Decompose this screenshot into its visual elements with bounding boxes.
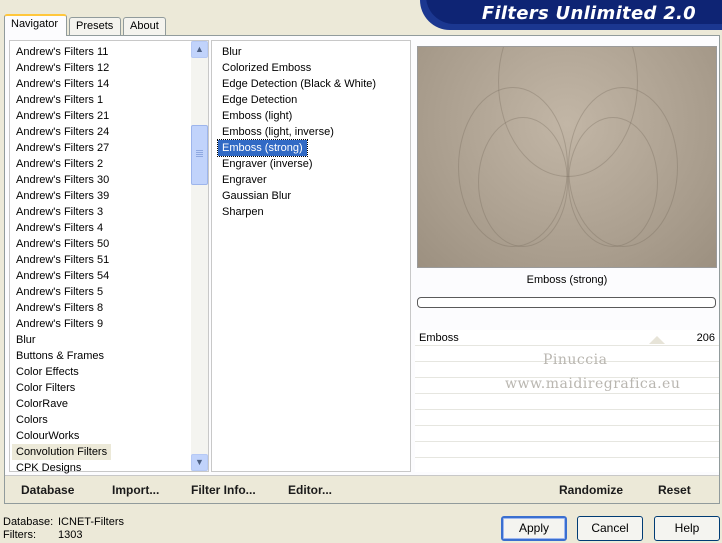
navigator-panel: Andrew's Filters 11 Andrew's Filters 12 An…: [4, 35, 720, 504]
database-label: Database:: [3, 516, 54, 528]
randomize-button[interactable]: Randomize: [559, 483, 623, 497]
help-button[interactable]: Help: [654, 516, 720, 541]
watermark-url: www.maidiregrafica.eu: [505, 376, 681, 392]
category-item[interactable]: Color Effects: [12, 364, 79, 380]
category-item[interactable]: Andrew's Filters 9: [12, 316, 103, 332]
filter-item[interactable]: Emboss (light): [218, 108, 292, 124]
tab-about[interactable]: About: [123, 17, 166, 36]
category-item[interactable]: Andrew's Filters 24: [12, 124, 109, 140]
category-items: Andrew's Filters 11 Andrew's Filters 12 An…: [12, 44, 192, 476]
filter-item[interactable]: Emboss (light, inverse): [218, 124, 334, 140]
category-item[interactable]: Andrew's Filters 11: [12, 44, 108, 60]
preview-caption: Emboss (strong): [526, 274, 608, 286]
tab-presets[interactable]: Presets: [69, 17, 121, 36]
category-item[interactable]: Andrew's Filters 3: [12, 204, 103, 220]
category-item[interactable]: Andrew's Filters 30: [12, 172, 109, 188]
category-item[interactable]: Andrew's Filters 21: [12, 108, 109, 124]
category-item[interactable]: Andrew's Filters 4: [12, 220, 103, 236]
app-title: Filters Unlimited 2.0: [481, 3, 696, 24]
category-item[interactable]: Buttons & Frames: [12, 348, 104, 364]
filter-item[interactable]: Engraver: [218, 172, 267, 188]
import-button[interactable]: Import...: [112, 483, 159, 497]
slider-marker-icon[interactable]: [649, 336, 665, 344]
param-row: [415, 442, 719, 458]
database-button[interactable]: Database: [21, 483, 74, 497]
filter-item[interactable]: Edge Detection: [218, 92, 297, 108]
bottom-toolbar: Database Import... Filter Info... Editor…: [5, 475, 719, 503]
filter-info-button[interactable]: Filter Info...: [191, 483, 256, 497]
database-value: ICNET-Filters: [58, 516, 124, 528]
grip-icon: [196, 150, 203, 151]
param-row-emboss[interactable]: Emboss 206: [415, 330, 719, 346]
progress-bar: [417, 297, 716, 308]
filter-item[interactable]: Sharpen: [218, 204, 264, 220]
app-banner: Filters Unlimited 2.0: [420, 0, 722, 30]
param-row: [415, 426, 719, 442]
category-item[interactable]: ColourWorks: [12, 428, 79, 444]
category-item[interactable]: Andrew's Filters 2: [12, 156, 103, 172]
category-list[interactable]: Andrew's Filters 11 Andrew's Filters 12 An…: [9, 40, 209, 474]
editor-button[interactable]: Editor...: [288, 483, 332, 497]
category-item[interactable]: Andrew's Filters 8: [12, 300, 103, 316]
param-row: [415, 394, 719, 410]
preview-image: [417, 46, 717, 268]
reset-button[interactable]: Reset: [658, 483, 691, 497]
category-item[interactable]: Color Filters: [12, 380, 75, 396]
filter-items: Blur Colorized Emboss Edge Detection (Blac…: [217, 44, 408, 220]
scroll-thumb[interactable]: [191, 125, 208, 185]
cancel-button[interactable]: Cancel: [577, 516, 643, 541]
filter-item[interactable]: Edge Detection (Black & White): [218, 76, 376, 92]
category-item[interactable]: Andrew's Filters 54: [12, 268, 109, 284]
filter-item[interactable]: Emboss (strong): [217, 139, 308, 157]
category-item[interactable]: Blur: [12, 332, 36, 348]
category-item[interactable]: Andrew's Filters 50: [12, 236, 109, 252]
apply-button[interactable]: Apply: [501, 516, 567, 541]
filter-item[interactable]: Blur: [218, 44, 242, 60]
param-row: [415, 410, 719, 426]
category-item[interactable]: Colors: [12, 412, 48, 428]
tab-navigator[interactable]: Navigator: [4, 14, 67, 36]
watermark-text: Pinuccia: [543, 352, 608, 368]
filter-item[interactable]: Gaussian Blur: [218, 188, 291, 204]
category-item[interactable]: Andrew's Filters 27: [12, 140, 109, 156]
category-item[interactable]: Andrew's Filters 14: [12, 76, 109, 92]
filter-item[interactable]: Engraver (inverse): [218, 156, 312, 172]
category-item[interactable]: CPK Designs: [12, 460, 81, 476]
parameter-grid: Emboss 206 Pinuccia www.maidiregrafica.e…: [415, 330, 719, 472]
category-item[interactable]: Andrew's Filters 51: [12, 252, 109, 268]
category-scrollbar[interactable]: ▲ ▼: [191, 41, 208, 471]
param-value[interactable]: 206: [697, 332, 715, 344]
param-name: Emboss: [419, 332, 459, 344]
status-info: Database: ICNET-Filters Filters: 1303: [3, 516, 124, 542]
category-item[interactable]: Andrew's Filters 12: [12, 60, 109, 76]
category-item[interactable]: Andrew's Filters 39: [12, 188, 109, 204]
scroll-up-button[interactable]: ▲: [191, 41, 208, 58]
category-item[interactable]: Convolution Filters: [12, 444, 112, 460]
category-item[interactable]: ColorRave: [12, 396, 68, 412]
category-item[interactable]: Andrew's Filters 1: [12, 92, 103, 108]
category-item[interactable]: Andrew's Filters 5: [12, 284, 103, 300]
scroll-down-button[interactable]: ▼: [191, 454, 208, 471]
filter-item[interactable]: Colorized Emboss: [218, 60, 311, 76]
filters-count: 1303: [58, 529, 83, 541]
filters-label: Filters:: [3, 529, 36, 541]
filter-list[interactable]: Blur Colorized Emboss Edge Detection (Blac…: [211, 40, 411, 472]
